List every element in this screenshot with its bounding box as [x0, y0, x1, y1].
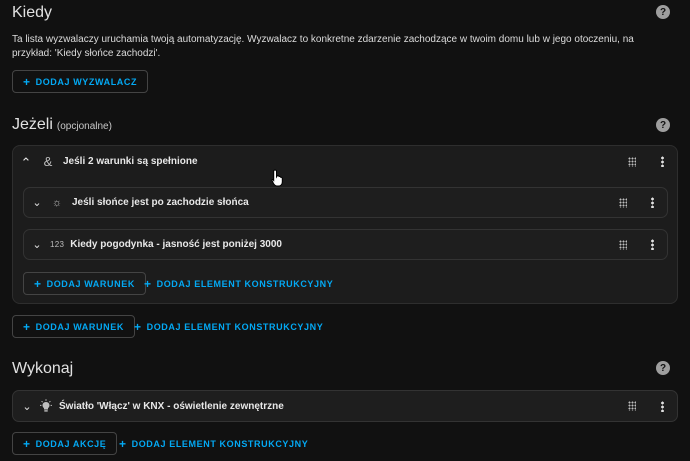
- add-trigger-button[interactable]: + DODAJ WYZWALACZ: [12, 70, 149, 93]
- add-building-block-button[interactable]: + DODAJ ELEMENT KONSTRUKCYJNY: [130, 315, 327, 338]
- hand-cursor-icon: [271, 169, 283, 187]
- condition-group-header[interactable]: ⌃ & Jeśli 2 warunki są spełnione: [19, 153, 198, 171]
- section-title-kiedy: Kiedy: [12, 4, 53, 21]
- add-condition-label: DODAJ WARUNEK: [46, 278, 135, 289]
- lightbulb-icon: [40, 399, 52, 412]
- help-icon[interactable]: ?: [656, 361, 670, 375]
- add-action-button[interactable]: + DODAJ AKCJĘ: [12, 432, 118, 455]
- plus-icon: +: [119, 436, 127, 451]
- drag-handle-icon[interactable]: [628, 157, 636, 167]
- more-options-icon[interactable]: [661, 156, 664, 167]
- add-building-block-button[interactable]: + DODAJ ELEMENT KONSTRUKCYJNY: [115, 432, 312, 455]
- triggers-description: Ta lista wyzwalaczy uruchamia twoją auto…: [12, 34, 634, 59]
- help-icon[interactable]: ?: [656, 118, 670, 132]
- condition-row[interactable]: ⌄ ☼ Jeśli słońce jest po zachodzie słońc…: [23, 187, 668, 218]
- action-label: Światło 'Włącz' w KNX - oświetlenie zewn…: [59, 400, 284, 412]
- condition-row[interactable]: ⌄ 123 Kiedy pogodynka - jasność jest pon…: [23, 229, 668, 260]
- section-title-wykonaj: Wykonaj: [12, 360, 74, 377]
- sun-icon: ☼: [51, 196, 63, 209]
- drag-handle-icon[interactable]: [628, 401, 636, 411]
- add-condition-button[interactable]: + DODAJ WARUNEK: [23, 272, 146, 295]
- chevron-down-icon[interactable]: ⌄: [30, 238, 44, 251]
- more-options-icon[interactable]: [651, 239, 654, 250]
- condition-group-card: ⌃ & Jeśli 2 warunki są spełnione ⌄ ☼ Jeś…: [12, 145, 678, 304]
- drag-handle-icon[interactable]: [619, 240, 627, 250]
- plus-icon: +: [23, 436, 31, 451]
- plus-icon: +: [23, 74, 31, 89]
- more-options-icon[interactable]: [651, 197, 654, 208]
- plus-icon: +: [144, 276, 152, 291]
- plus-icon: +: [134, 319, 142, 334]
- plus-icon: +: [34, 276, 42, 291]
- chevron-up-icon[interactable]: ⌃: [19, 155, 33, 171]
- add-trigger-label: DODAJ WYZWALACZ: [35, 76, 138, 87]
- condition-label: Jeśli słońce jest po zachodzie słońca: [72, 197, 249, 208]
- add-building-block-label: DODAJ ELEMENT KONSTRUKCYJNY: [156, 278, 334, 289]
- section-title-jezeli: Jeżeli: [12, 116, 53, 133]
- more-options-icon[interactable]: [661, 401, 664, 412]
- condition-group-label: Jeśli 2 warunki są spełnione: [63, 155, 198, 167]
- chevron-down-icon[interactable]: ⌄: [30, 196, 44, 209]
- ampersand-icon: &: [43, 153, 53, 169]
- add-condition-label: DODAJ WARUNEK: [35, 321, 124, 332]
- add-condition-button[interactable]: + DODAJ WARUNEK: [12, 315, 135, 338]
- help-icon[interactable]: ?: [656, 5, 670, 19]
- plus-icon: +: [23, 319, 31, 334]
- chevron-down-icon[interactable]: ⌄: [20, 400, 34, 413]
- action-row[interactable]: ⌄ Światło 'Włącz' w KNX - oświetlenie ze…: [12, 390, 678, 422]
- optional-label: (opcjonalne): [56, 121, 112, 132]
- numeric-icon: 123: [50, 240, 65, 249]
- section-header-jezeli: Jeżeli (opcjonalne): [12, 116, 112, 134]
- add-building-block-button[interactable]: + DODAJ ELEMENT KONSTRUKCYJNY: [140, 272, 337, 295]
- add-building-block-label: DODAJ ELEMENT KONSTRUKCYJNY: [146, 321, 324, 332]
- add-action-label: DODAJ AKCJĘ: [35, 438, 107, 449]
- condition-label: Kiedy pogodynka - jasność jest poniżej 3…: [70, 239, 282, 250]
- drag-handle-icon[interactable]: [619, 198, 627, 208]
- add-building-block-label: DODAJ ELEMENT KONSTRUKCYJNY: [131, 438, 309, 449]
